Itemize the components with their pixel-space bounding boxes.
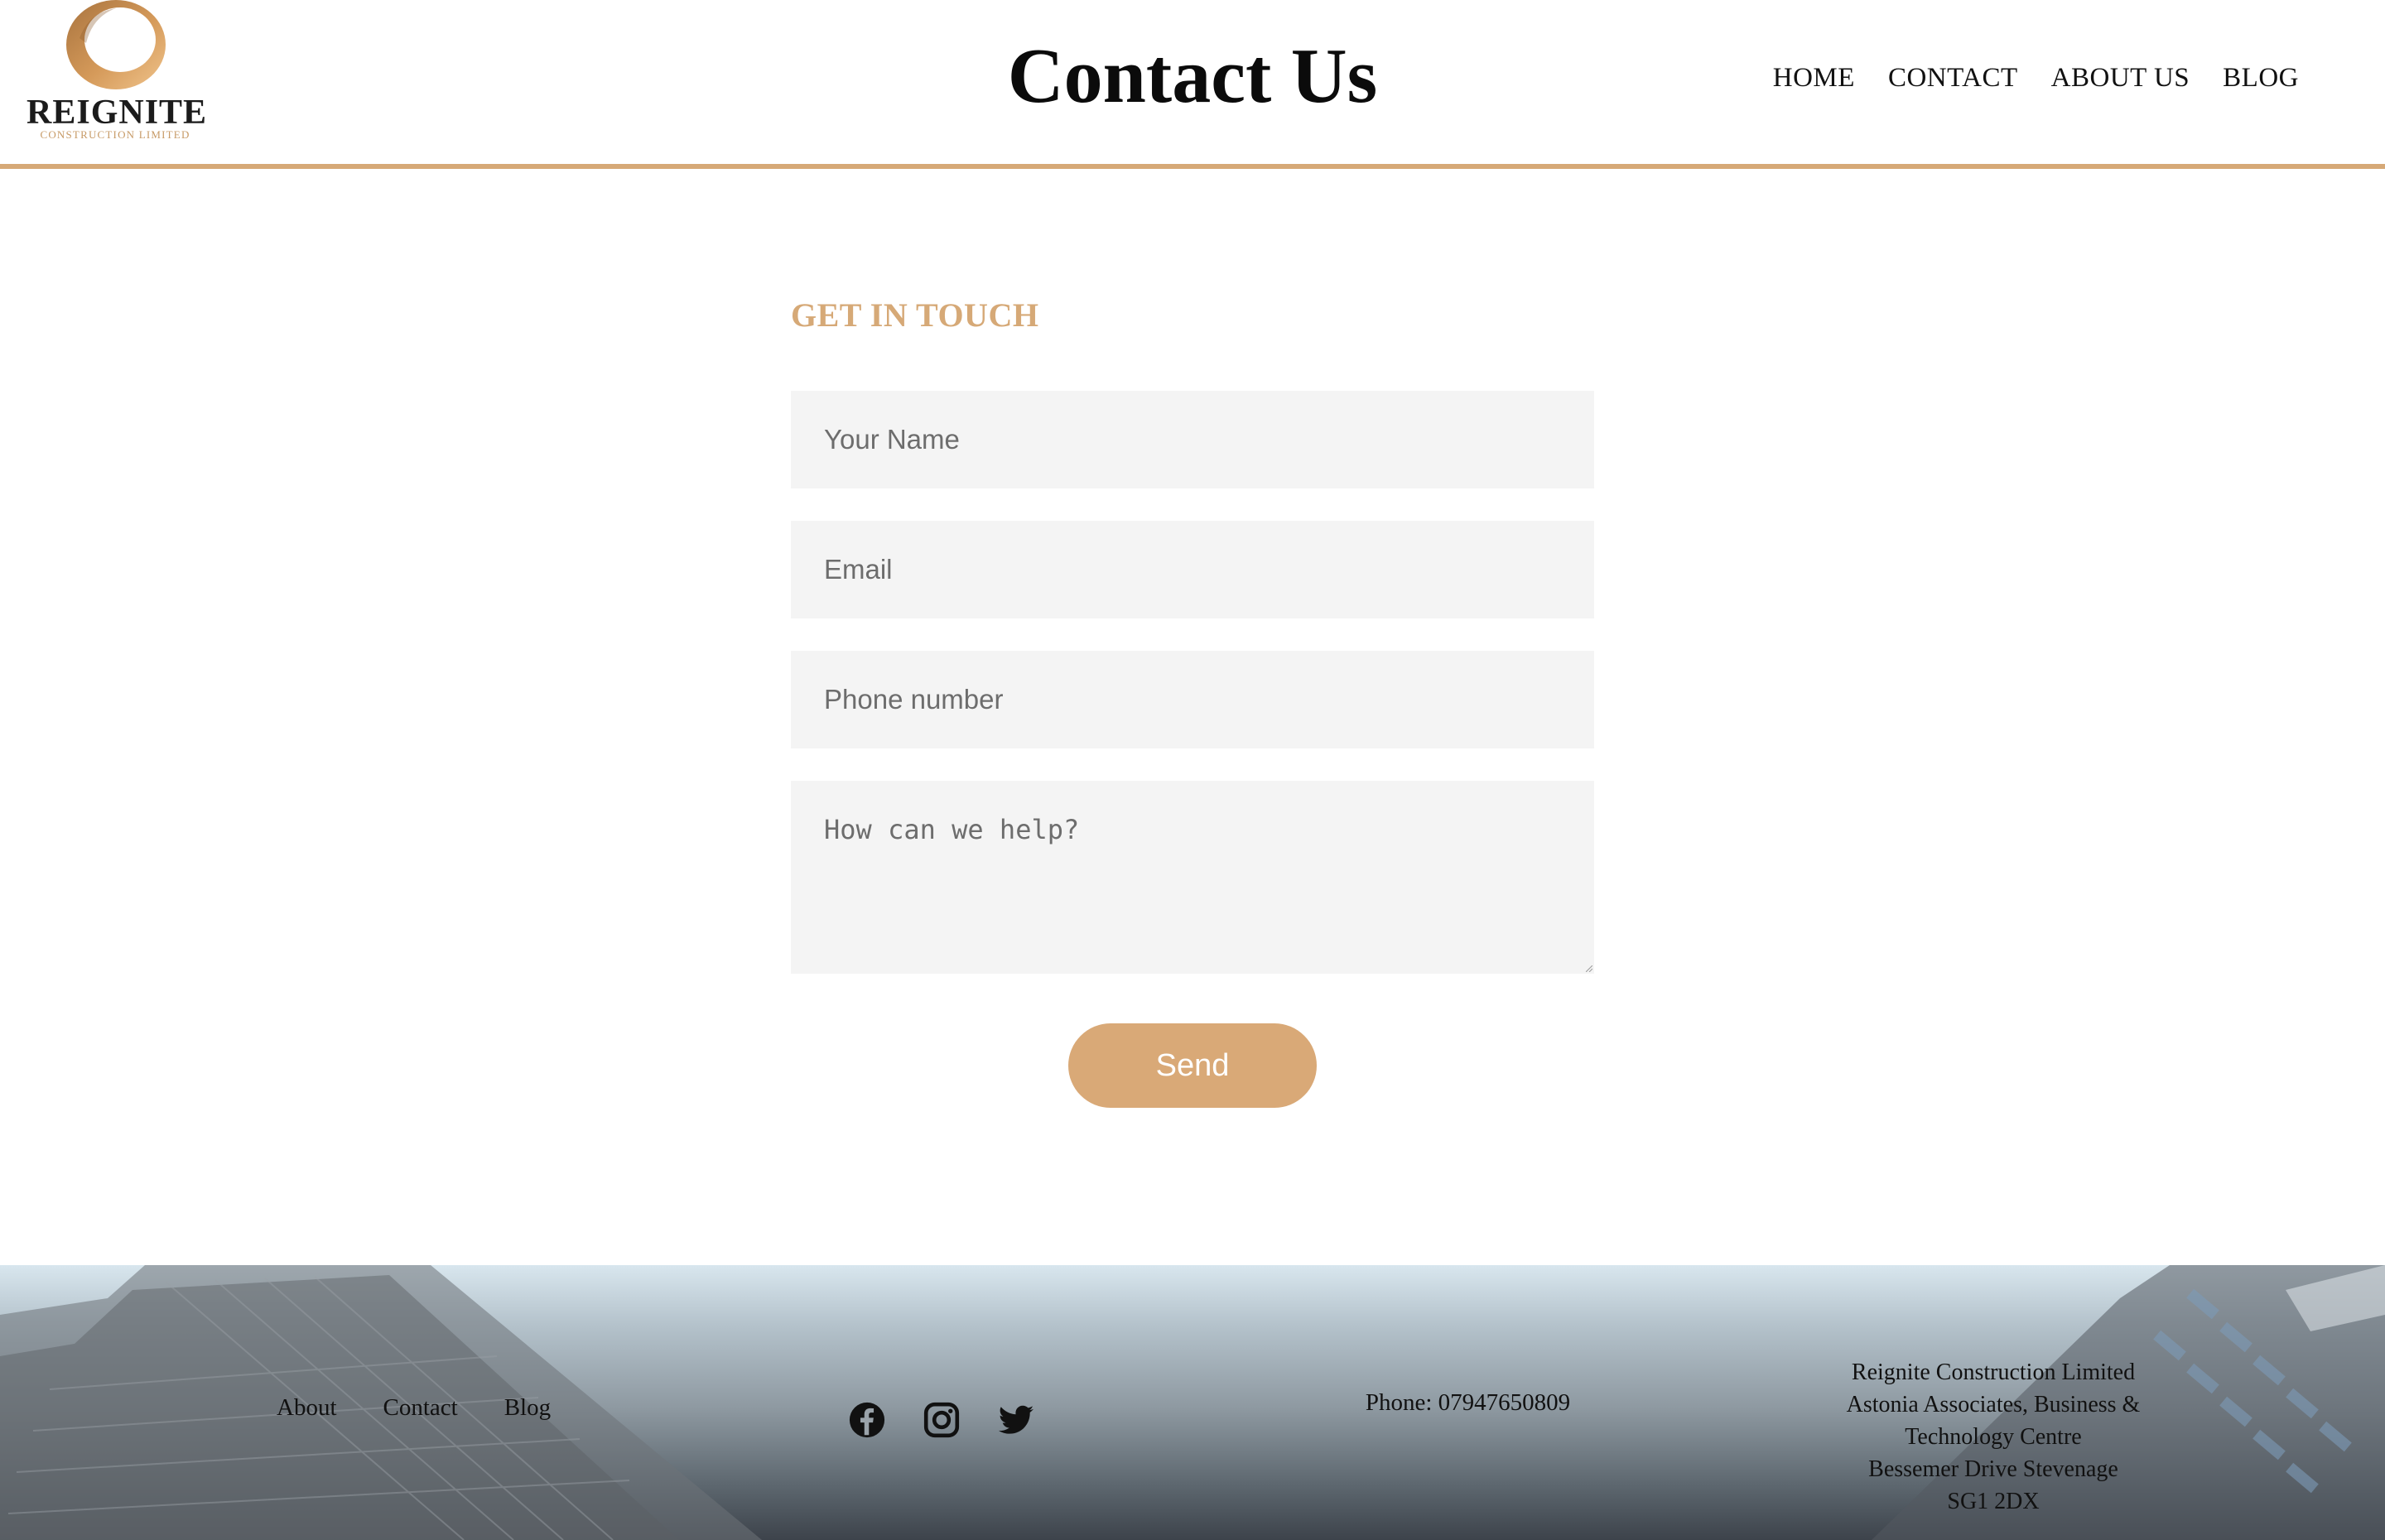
address-line: Astonia Associates, Business & bbox=[1846, 1392, 2141, 1417]
facebook-icon[interactable] bbox=[848, 1401, 886, 1439]
instagram-icon[interactable] bbox=[923, 1401, 961, 1439]
site-footer: About Contact Blog Phone: 07947650809 Re… bbox=[0, 1265, 2385, 1540]
twitter-icon[interactable] bbox=[997, 1401, 1035, 1439]
logo-wordmark: REIGNITE bbox=[26, 94, 208, 132]
email-field[interactable] bbox=[791, 521, 1594, 618]
resize-handle-icon[interactable] bbox=[1586, 965, 1592, 972]
footer-phone: Phone: 07947650809 bbox=[1365, 1389, 1571, 1416]
footer-address: Reignite Construction Limited Astonia As… bbox=[1797, 1356, 2190, 1518]
nav-item-about-us[interactable]: ABOUT US bbox=[2051, 63, 2190, 94]
footer-link-blog[interactable]: Blog bbox=[504, 1394, 551, 1422]
address-line: Technology Centre bbox=[1905, 1424, 2082, 1450]
main-nav: HOME CONTACT ABOUT US BLOG bbox=[1773, 63, 2299, 94]
address-line: SG1 2DX bbox=[1947, 1489, 2040, 1514]
header-divider bbox=[0, 164, 2385, 169]
footer-link-about[interactable]: About bbox=[277, 1394, 337, 1422]
send-button[interactable]: Send bbox=[1068, 1023, 1317, 1108]
logo[interactable]: REIGNITE CONSTRUCTION LIMITED bbox=[23, 0, 207, 146]
message-field[interactable] bbox=[791, 781, 1594, 974]
address-line: Bessemer Drive Stevenage bbox=[1868, 1456, 2118, 1482]
address-line: Reignite Construction Limited bbox=[1851, 1360, 2136, 1385]
nav-item-home[interactable]: HOME bbox=[1773, 63, 1855, 94]
nav-item-blog[interactable]: BLOG bbox=[2223, 63, 2299, 94]
site-header: REIGNITE CONSTRUCTION LIMITED Contact Us… bbox=[0, 0, 2385, 171]
nav-item-contact[interactable]: CONTACT bbox=[1888, 63, 2018, 94]
logo-ring-icon bbox=[66, 0, 166, 89]
footer-nav: About Contact Blog bbox=[277, 1394, 551, 1422]
page-title: Contact Us bbox=[1007, 33, 1378, 119]
social-links bbox=[848, 1401, 1035, 1439]
name-field[interactable] bbox=[791, 391, 1594, 488]
logo-tagline: CONSTRUCTION LIMITED bbox=[40, 128, 190, 141]
footer-link-contact[interactable]: Contact bbox=[383, 1394, 458, 1422]
form-heading: GET IN TOUCH bbox=[791, 296, 1039, 334]
phone-field[interactable] bbox=[791, 651, 1594, 748]
